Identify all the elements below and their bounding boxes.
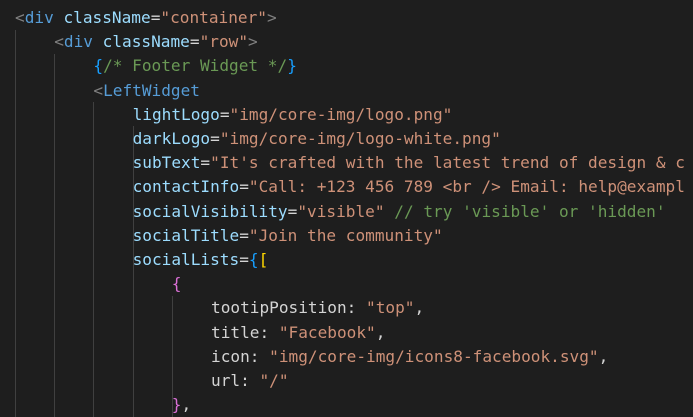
code-token: "container": [160, 8, 267, 27]
code-token: contactInfo: [132, 177, 240, 197]
code-line: subText="It's crafted with the latest tr…: [133, 151, 685, 175]
code-line: <div className="row">: [54, 30, 258, 54]
code-token: title: [211, 322, 260, 342]
code-line: darkLogo="img/core-img/logo-white.png": [133, 127, 501, 151]
code-token: :: [346, 298, 367, 318]
code-token: [: [258, 250, 269, 269]
code-token: >: [248, 32, 258, 52]
code-token: =: [150, 8, 161, 27]
code-token: LeftWidget: [103, 80, 200, 100]
code-line: tootipPosition: "top",: [211, 296, 424, 320]
code-token: ,: [181, 395, 192, 415]
code-token: >: [267, 8, 277, 27]
code-line: },: [172, 393, 191, 417]
code-token: ,: [375, 322, 386, 342]
code-line: <div className="container">: [15, 6, 277, 30]
code-token: {: [171, 274, 182, 294]
code-token: socialLists: [132, 250, 240, 269]
code-token: "top": [366, 298, 415, 318]
code-token: "Facebook": [278, 322, 376, 342]
code-line: socialTitle="Join the community": [133, 224, 443, 248]
code-line: {/* Footer Widget */}: [93, 54, 297, 78]
code-line: icon: "img/core-img/icons8-facebook.svg"…: [211, 345, 608, 369]
code-token: "Join the community": [248, 225, 443, 245]
code-token: "img/core-img/icons8-facebook.svg": [269, 346, 599, 366]
code-token: socialTitle: [132, 225, 240, 245]
code-token: =: [239, 225, 249, 245]
code-line: {: [172, 272, 182, 296]
code-token: }: [171, 395, 182, 415]
code-token: <: [54, 32, 64, 52]
code-line: socialVisibility="visible" // try 'visib…: [133, 200, 666, 224]
code-token: =: [200, 153, 211, 173]
code-token: socialVisibility: [132, 201, 288, 221]
code-token: url: [211, 371, 241, 390]
code-token: subText: [132, 153, 201, 173]
code-token: "visible": [297, 201, 385, 221]
indent-guide: [15, 30, 16, 417]
indent-guide: [54, 54, 56, 417]
code-line: contactInfo="Call: +123 456 789 <br /> E…: [133, 175, 685, 199]
code-token: =: [239, 250, 249, 269]
code-token: =: [287, 201, 298, 221]
code-token: // try 'visible' or 'hidden': [394, 201, 666, 221]
code-line: title: "Facebook",: [211, 321, 385, 345]
code-token: icon: [211, 346, 250, 366]
code-token: darkLogo: [132, 129, 211, 148]
code-line: <LeftWidget: [93, 79, 200, 103]
indent-guide: [93, 102, 95, 417]
code-token: :: [259, 322, 279, 342]
code-token: div: [24, 8, 54, 27]
code-line: socialLists={[: [133, 248, 269, 272]
code-token: =: [239, 177, 249, 197]
code-token: <: [15, 8, 25, 27]
code-token: "It's crafted with the latest trend of d…: [210, 153, 685, 173]
code-token: "img/core-img/logo.png": [229, 104, 453, 124]
code-token: :: [240, 371, 260, 390]
code-token: "row": [199, 32, 249, 52]
code-token: lightLogo: [132, 104, 220, 124]
code-token: :: [249, 346, 270, 366]
code-token: /* Footer Widget */: [103, 56, 288, 76]
code-token: "Call: +123 456 789 <br /> Email: help@e…: [248, 177, 685, 197]
code-token: "/": [259, 371, 289, 390]
code-token: =: [189, 32, 200, 52]
code-token: ,: [414, 298, 425, 318]
code-token: }: [287, 56, 297, 76]
code-token: "img/core-img/logo-white.png": [219, 129, 501, 148]
code-token: className: [102, 32, 190, 52]
code-editor[interactable]: <div className="container"> <div classNam…: [0, 0, 693, 417]
code-token: className: [63, 8, 151, 27]
code-token: tootipPosition: [211, 298, 347, 318]
code-token: ,: [598, 346, 609, 366]
code-line: lightLogo="img/core-img/logo.png": [133, 103, 453, 127]
code-token: {: [93, 56, 104, 76]
code-token: =: [219, 104, 230, 124]
code-token: {: [248, 250, 259, 269]
code-token: <: [93, 80, 104, 100]
code-token: div: [63, 32, 93, 52]
code-line: url: "/": [211, 369, 289, 393]
code-token: =: [210, 129, 220, 148]
